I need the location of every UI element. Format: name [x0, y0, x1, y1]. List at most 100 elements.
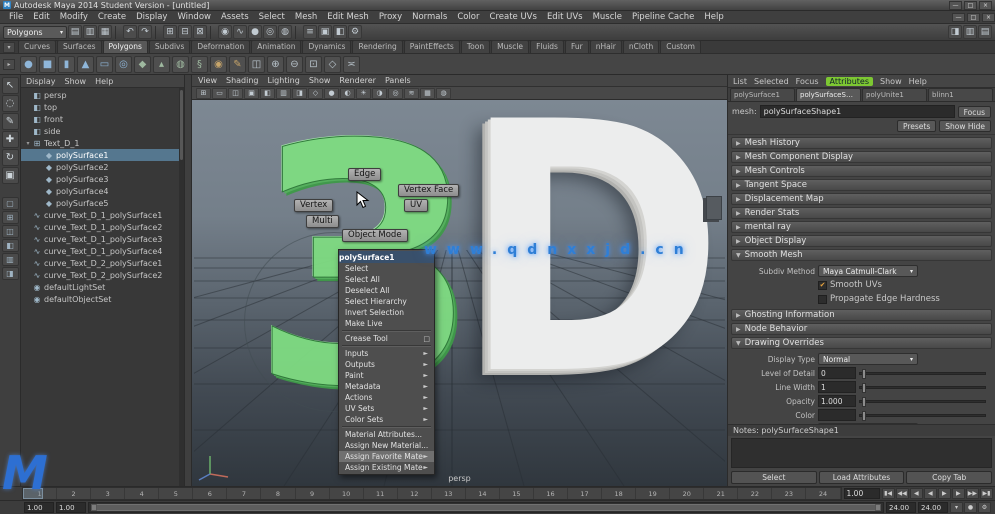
outliner-menu-item[interactable]: Help	[95, 77, 113, 86]
playback-button[interactable]: ▶▶	[966, 488, 979, 499]
status-line-icon-button[interactable]: ⚙	[348, 25, 362, 39]
shelf-tool-icon[interactable]: ▭	[96, 56, 113, 73]
node-tab[interactable]: blinn1	[928, 88, 993, 101]
outliner-item[interactable]: ◆ polySurface5	[21, 197, 184, 209]
attribute-editor-menu-item[interactable]: Attributes	[826, 77, 874, 86]
current-frame-marker[interactable]	[23, 488, 43, 499]
frame-number[interactable]: 21	[704, 488, 738, 499]
playback-button[interactable]: ▶	[938, 488, 951, 499]
tool-button[interactable]: ◌	[2, 95, 19, 112]
viewport-toolbar-button[interactable]: ◎	[388, 88, 403, 99]
viewport-toolbar-button[interactable]: ◇	[308, 88, 323, 99]
sidebar-toggle-button[interactable]: ◨	[948, 25, 962, 39]
status-line-icon-button[interactable]: ▤	[68, 25, 82, 39]
window-control-button[interactable]: ×	[979, 1, 992, 10]
outliner-item[interactable]: ∿ curve_Text_D_1_polySurface3	[21, 233, 184, 245]
outliner-item[interactable]: ∿ curve_Text_D_1_polySurface1	[21, 209, 184, 221]
subdiv-method-dropdown[interactable]: Maya Catmull-Clark ▾	[818, 265, 918, 277]
menu-item[interactable]: File	[4, 11, 28, 24]
node-tab[interactable]: polyUnite1	[862, 88, 927, 101]
viewport-toolbar-button[interactable]: ☀	[356, 88, 371, 99]
section-header-smooth-mesh[interactable]: ▼ Smooth Mesh	[731, 249, 992, 261]
tool-button[interactable]: ▣	[2, 167, 19, 184]
attribute-value-field[interactable]: 1.000	[818, 395, 856, 407]
playback-button[interactable]: ▮◀	[882, 488, 895, 499]
section-header[interactable]: ▶ Mesh Component Display	[731, 151, 992, 163]
node-tab[interactable]: polySurfaceShape1	[796, 88, 861, 101]
menu-item[interactable]: Color	[452, 11, 484, 24]
footer-button[interactable]: Copy Tab	[906, 471, 992, 484]
frame-number[interactable]: 9	[296, 488, 330, 499]
attribute-slider[interactable]	[859, 400, 986, 403]
playback-end-field[interactable]: 24.00	[886, 502, 916, 513]
shelf-tab[interactable]: Toon	[461, 40, 490, 53]
frame-number[interactable]: 19	[636, 488, 670, 499]
shelf-tab[interactable]: Fur	[565, 40, 589, 53]
playback-button[interactable]: ▶▮	[980, 488, 993, 499]
sidebar-toggle-button[interactable]: ▥	[963, 25, 977, 39]
frame-number[interactable]: 4	[125, 488, 159, 499]
menu-item[interactable]: Normals	[407, 11, 452, 24]
menu-item[interactable]: Select	[254, 11, 290, 24]
status-line-icon-button[interactable]: ●	[248, 25, 262, 39]
layout-shortcut-button[interactable]: ⊞	[2, 211, 19, 224]
outliner-item[interactable]: ◧ top	[21, 101, 184, 113]
tool-button[interactable]: ✚	[2, 131, 19, 148]
viewport-toolbar-button[interactable]: ▣	[244, 88, 259, 99]
viewport-toolbar-button[interactable]: ◨	[292, 88, 307, 99]
outliner-item[interactable]: ∿ curve_Text_D_2_polySurface1	[21, 257, 184, 269]
status-line-icon-button[interactable]: ⊞	[163, 25, 177, 39]
viewport-menu-item[interactable]: Renderer	[339, 76, 376, 85]
viewport-toolbar-button[interactable]: ●	[324, 88, 339, 99]
frame-number[interactable]: 23	[772, 488, 806, 499]
status-line-icon-button[interactable]: ↶	[123, 25, 137, 39]
window-control-button[interactable]: □	[964, 1, 977, 10]
attribute-value-field[interactable]	[818, 409, 856, 421]
playback-button[interactable]: ◀◀	[896, 488, 909, 499]
frame-number[interactable]: 17	[568, 488, 602, 499]
shelf-tab[interactable]: Muscle	[491, 40, 529, 53]
slider-handle[interactable]	[862, 369, 866, 379]
outliner-item[interactable]: ◧ persp	[21, 89, 184, 101]
show-hide-button[interactable]: Show Hide	[939, 120, 991, 132]
frame-number[interactable]: 16	[534, 488, 568, 499]
frame-number[interactable]: 14	[466, 488, 500, 499]
menu-item[interactable]: Mesh	[290, 11, 322, 24]
frame-number[interactable]: 20	[670, 488, 704, 499]
slider-handle[interactable]	[862, 411, 866, 421]
outliner-item[interactable]: ◆ polySurface4	[21, 185, 184, 197]
frame-number[interactable]: 24	[806, 488, 840, 499]
outliner-item[interactable]: ◉ defaultLightSet	[21, 281, 184, 293]
range-bar-button[interactable]: ●	[964, 502, 977, 513]
shelf-tool-icon[interactable]: ⊡	[305, 56, 322, 73]
footer-button[interactable]: Load Attributes	[819, 471, 905, 484]
shelf-tab[interactable]: Curves	[18, 40, 56, 53]
propagate-edge-hardness-checkbox[interactable]	[818, 295, 827, 304]
attribute-value-field[interactable]: 0	[818, 367, 856, 379]
status-line-icon-button[interactable]: ▣	[318, 25, 332, 39]
section-header[interactable]: ▶ Mesh Controls	[731, 165, 992, 177]
status-line-icon-button[interactable]: ⊟	[178, 25, 192, 39]
tool-button[interactable]: ↖	[2, 77, 19, 94]
playback-button[interactable]: ▶	[952, 488, 965, 499]
frame-number[interactable]: 15	[500, 488, 534, 499]
frame-number[interactable]: 11	[364, 488, 398, 499]
outliner-item[interactable]: ◆ polySurface2	[21, 161, 184, 173]
attribute-editor-menu-item[interactable]: Selected	[754, 77, 789, 86]
outliner-item[interactable]: ▾ ⊞ Text_D_1	[21, 137, 184, 149]
child-window-control-button[interactable]: —	[952, 13, 965, 22]
layout-shortcut-button[interactable]: ◫	[2, 225, 19, 238]
menu-item[interactable]: Proxy	[374, 11, 407, 24]
status-line-icon-button[interactable]	[210, 26, 215, 39]
attribute-slider[interactable]	[859, 386, 986, 389]
child-window-control-button[interactable]: ×	[982, 13, 995, 22]
outliner-item[interactable]: ∿ curve_Text_D_2_polySurface2	[21, 269, 184, 281]
shelf-tool-icon[interactable]: ≍	[343, 56, 360, 73]
shelf-tool-icon[interactable]: ✎	[229, 56, 246, 73]
attribute-slider[interactable]	[859, 372, 986, 375]
slider-handle[interactable]	[862, 397, 866, 407]
section-header[interactable]: ▶ Render Stats	[731, 207, 992, 219]
status-line-icon-button[interactable]: ⊠	[193, 25, 207, 39]
outliner-item[interactable]: ∿ curve_Text_D_1_polySurface4	[21, 245, 184, 257]
menu-item[interactable]: Muscle	[588, 11, 627, 24]
